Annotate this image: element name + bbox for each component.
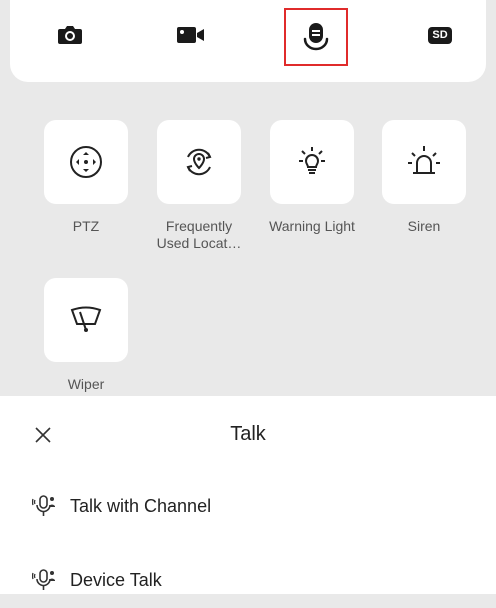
function-ptz[interactable]: PTZ bbox=[36, 120, 136, 235]
sd-card-button[interactable]: SD bbox=[416, 14, 464, 56]
sheet-title: Talk bbox=[230, 423, 266, 445]
ptz-tile[interactable] bbox=[44, 120, 128, 204]
option-label: Talk with Channel bbox=[70, 495, 212, 516]
function-label: Siren bbox=[407, 218, 441, 234]
talk-icon bbox=[303, 23, 329, 51]
microphone-icon bbox=[32, 569, 55, 590]
record-button[interactable] bbox=[167, 14, 215, 56]
sheet-header: Talk bbox=[0, 396, 496, 474]
location-refresh-icon bbox=[186, 148, 212, 176]
siren-icon bbox=[408, 146, 440, 174]
toolbar: SD bbox=[10, 0, 486, 82]
function-frequently-used-locations[interactable]: Frequently Used Locat… bbox=[149, 120, 249, 252]
frequently-used-tile[interactable] bbox=[157, 120, 241, 204]
function-siren[interactable]: Siren bbox=[374, 120, 474, 235]
function-label: Wiper bbox=[67, 376, 105, 392]
function-warning-light[interactable]: Warning Light bbox=[262, 120, 362, 235]
microphone-icon bbox=[32, 495, 55, 516]
function-label: PTZ bbox=[72, 218, 100, 234]
talk-sheet: Talk Talk with Channel Device Talk bbox=[0, 396, 496, 594]
warning-light-icon bbox=[299, 147, 325, 174]
siren-tile[interactable] bbox=[382, 120, 466, 204]
wiper-tile[interactable] bbox=[44, 278, 128, 362]
device-talk-option[interactable]: Device Talk bbox=[0, 552, 496, 608]
talk-with-channel-option[interactable]: Talk with Channel bbox=[0, 478, 496, 534]
option-label: Device Talk bbox=[70, 569, 162, 590]
video-camera-icon bbox=[177, 27, 204, 43]
talk-button[interactable] bbox=[284, 8, 348, 66]
warning-light-tile[interactable] bbox=[270, 120, 354, 204]
camera-icon bbox=[58, 26, 82, 44]
function-wiper[interactable]: Wiper bbox=[36, 278, 136, 393]
sd-card-icon: SD bbox=[428, 26, 452, 44]
wiper-icon bbox=[70, 306, 102, 332]
snapshot-button[interactable] bbox=[46, 14, 94, 56]
ptz-icon bbox=[70, 146, 102, 178]
function-label: Frequently Used Locat… bbox=[156, 218, 242, 251]
function-label: Warning Light bbox=[269, 218, 355, 234]
